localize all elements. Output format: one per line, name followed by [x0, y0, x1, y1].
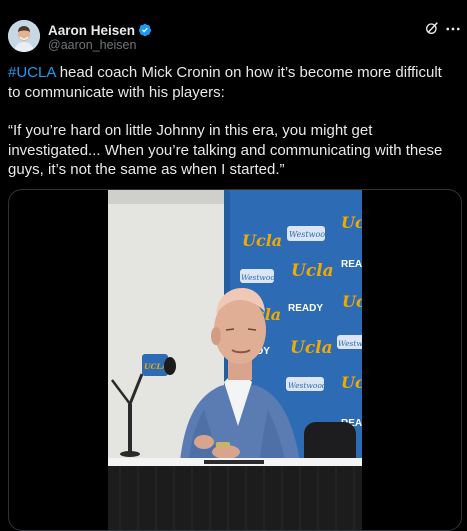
backdrop-ucla-logo: Ucla [341, 373, 362, 392]
media-container[interactable]: Ucla Westwood Ucla Westwood Ucla REA Ucl… [8, 189, 462, 531]
backdrop-ucla-logo: Ucla [242, 231, 282, 250]
backdrop-westwood-logo: Westwood [289, 230, 330, 239]
backdrop-ucla-logo: Ucla [341, 213, 362, 232]
tweet-paragraph-1: #UCLA head coach Mick Cronin on how it’s… [8, 63, 458, 102]
tweet-text: #UCLA head coach Mick Cronin on how it’s… [8, 63, 458, 180]
tweet: Aaron Heisen @aaron_heisen #UCLA head co… [0, 0, 467, 531]
tweet-line-text: head coach Mick Cronin on how it’s becom… [8, 64, 442, 101]
author-name-row: Aaron Heisen [48, 21, 152, 39]
author-display-name[interactable]: Aaron Heisen [48, 23, 135, 38]
video-frame: Ucla Westwood Ucla Westwood Ucla REA Ucl… [108, 190, 362, 530]
backdrop-ucla-logo: Ucla [290, 338, 333, 358]
backdrop-ready-text: READY [288, 303, 323, 314]
backdrop-westwood-logo: Westwood [288, 381, 327, 390]
tweet-quote: “If you’re hard on little Johnny in this… [8, 122, 443, 178]
video-player[interactable]: Ucla Westwood Ucla Westwood Ucla REA Ucl… [108, 190, 362, 530]
backdrop-westwood-logo: Westwood [338, 339, 362, 348]
author-handle[interactable]: @aaron_heisen [48, 38, 136, 52]
backdrop-ready-text: REA [341, 259, 362, 270]
hashtag-link[interactable]: #UCLA [8, 64, 56, 81]
avatar[interactable] [8, 20, 40, 52]
backdrop-ucla-logo: Ucla [291, 261, 334, 281]
more-icon[interactable] [444, 20, 462, 38]
person-avatar-icon [8, 20, 40, 52]
backdrop-ucla-logo: Ucla [342, 292, 362, 311]
backdrop-westwood-logo: Westwood [241, 273, 280, 282]
verified-badge-icon [138, 23, 152, 37]
grok-icon[interactable] [424, 20, 440, 36]
